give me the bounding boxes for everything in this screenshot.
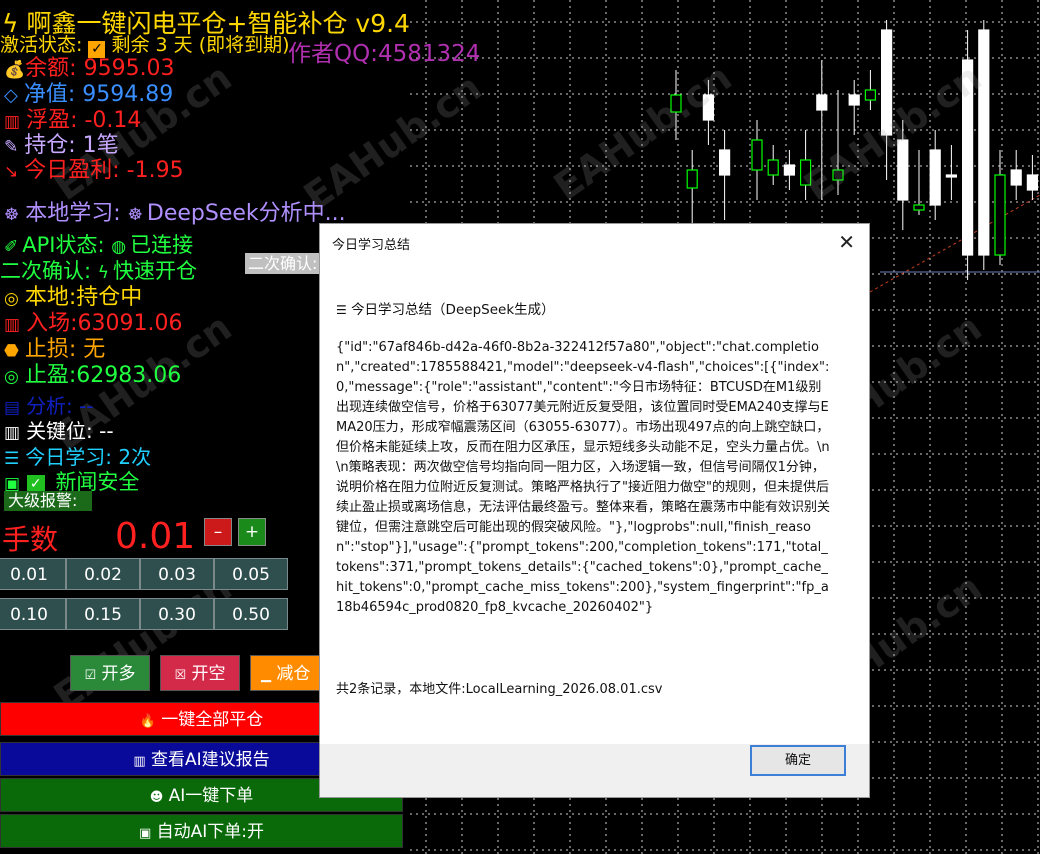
connected-icon: ◍ [111, 237, 127, 257]
candle-body [945, 174, 958, 178]
today-profit-row: ↘ 今日盈利: -1.95 [4, 158, 184, 183]
balance-row: 💰余额: 9595.03 [4, 56, 175, 81]
robot-icon: ☻ [149, 790, 164, 805]
lot-minus-button[interactable]: – [204, 518, 232, 546]
stop-icon: ⬣ [4, 341, 19, 361]
dialog-response-text: {"id":"67af846b-d42a-46f0-8b2a-322412f57… [336, 340, 831, 615]
bar-chart-icon: ▥ [4, 315, 21, 335]
lot-preset-button[interactable]: 0.05 [214, 558, 288, 590]
candle-body [913, 204, 925, 211]
open-long-button[interactable]: ☑ 开多 [70, 655, 150, 691]
local-status-row: ◎ 本地:持仓中 [4, 285, 143, 310]
brain-icon: ☸ [4, 205, 20, 225]
second-confirm-button[interactable]: 二次确认: [245, 253, 323, 274]
auto-ai-button[interactable]: ▣ 自动AI下单:开 [0, 814, 403, 848]
plug-icon: ✐ [4, 237, 19, 257]
equity-row: ◇ 净值: 9594.89 [4, 82, 174, 107]
candle-body [1026, 174, 1039, 191]
lot-plus-button[interactable]: + [238, 518, 266, 546]
database-icon: ☰ [336, 303, 347, 317]
activation-row: 激活状态: ✓ 剩余 3 天 (即将到期) [0, 34, 290, 58]
candle-body [783, 164, 796, 176]
target-icon: ◎ [4, 289, 19, 309]
dialog-footer-text: 共2条记录，本地文件:LocalLearning_2026.08.01.csv [336, 682, 663, 697]
candle-body [816, 94, 828, 111]
checkbox-icon: ☑ [84, 668, 97, 683]
candle-body [751, 139, 763, 171]
close-icon[interactable]: ✕ [838, 230, 855, 254]
learning-summary-dialog: 今日学习总结 ✕ ☰ 今日学习总结（DeepSeek生成） {"id":"67a… [319, 223, 870, 798]
lot-preset-button[interactable]: 0.03 [140, 558, 214, 590]
positions-row: ✎ 持仓: 1笔 [4, 133, 119, 158]
lot-preset-button[interactable]: 0.10 [0, 598, 66, 630]
lot-preset-button[interactable]: 0.02 [66, 558, 140, 590]
robot-icon: ▣ [138, 826, 152, 841]
open-short-button[interactable]: ☒ 开空 [160, 655, 240, 691]
floating-row: ▥ 浮盈: -0.14 [4, 108, 142, 133]
money-bag-icon: 💰 [4, 60, 26, 80]
trend-line [869, 194, 1040, 293]
reduce-button[interactable]: ▁ 减仓 [250, 655, 320, 691]
candle-body [767, 159, 779, 176]
bar-chart-icon: ▥ [4, 112, 21, 132]
chart-down-icon: ↘ [4, 162, 19, 182]
lot-preset-button[interactable]: 0.50 [214, 598, 288, 630]
minus-icon: ▁ [261, 668, 271, 683]
candle-body [686, 169, 698, 189]
lot-preset-button[interactable]: 0.30 [140, 598, 214, 630]
lightning-icon: ϟ [97, 263, 109, 283]
take-profit-row: ◎ 止盈:62983.06 [4, 363, 182, 388]
second-confirm-row: 二次确认: ϟ 快速开仓 [0, 259, 197, 283]
brain-icon: ☸ [127, 205, 143, 225]
candle-body [978, 29, 990, 256]
ok-button[interactable]: 确定 [750, 745, 846, 776]
bar-chart-icon: ▥ [4, 423, 21, 443]
candle-body [864, 89, 877, 101]
candle-body [994, 174, 1006, 256]
lots-value: 0.01 [115, 516, 196, 557]
diamond-icon: ◇ [4, 85, 18, 106]
big-alarm-label[interactable]: 大级报警: [4, 491, 92, 511]
dialog-heading: ☰ 今日学习总结（DeepSeek生成） [336, 302, 555, 318]
bar-chart-icon: ▥ [133, 754, 146, 769]
flame-icon: 🔥 [139, 714, 156, 729]
dialog-title: 今日学习总结 [332, 238, 411, 253]
candle-body [718, 149, 731, 176]
key-level-row: ▥ 关键位: -- [4, 419, 114, 443]
checkbox-icon: ☒ [174, 668, 187, 683]
local-learning-row: ☸ 本地学习: ☸ DeepSeek分析中... [4, 201, 346, 226]
pin-icon: ✎ [4, 137, 19, 157]
stop-loss-row: ⬣ 止损: 无 [4, 337, 106, 362]
lot-preset-button[interactable]: 0.15 [66, 598, 140, 630]
lots-label: 手数 [2, 523, 59, 556]
candle-body [1010, 169, 1022, 186]
candle-body [848, 94, 860, 106]
candle-body [929, 149, 941, 206]
author-text: 作者QQ:4581324 [288, 41, 481, 67]
dialog-body: ☰ 今日学习总结（DeepSeek生成） {"id":"67af846b-d42… [320, 264, 869, 744]
entry-row: ▥ 入场:63091.06 [4, 311, 183, 336]
target-icon: ◎ [4, 367, 19, 387]
lot-preset-button[interactable]: 0.01 [0, 558, 66, 590]
